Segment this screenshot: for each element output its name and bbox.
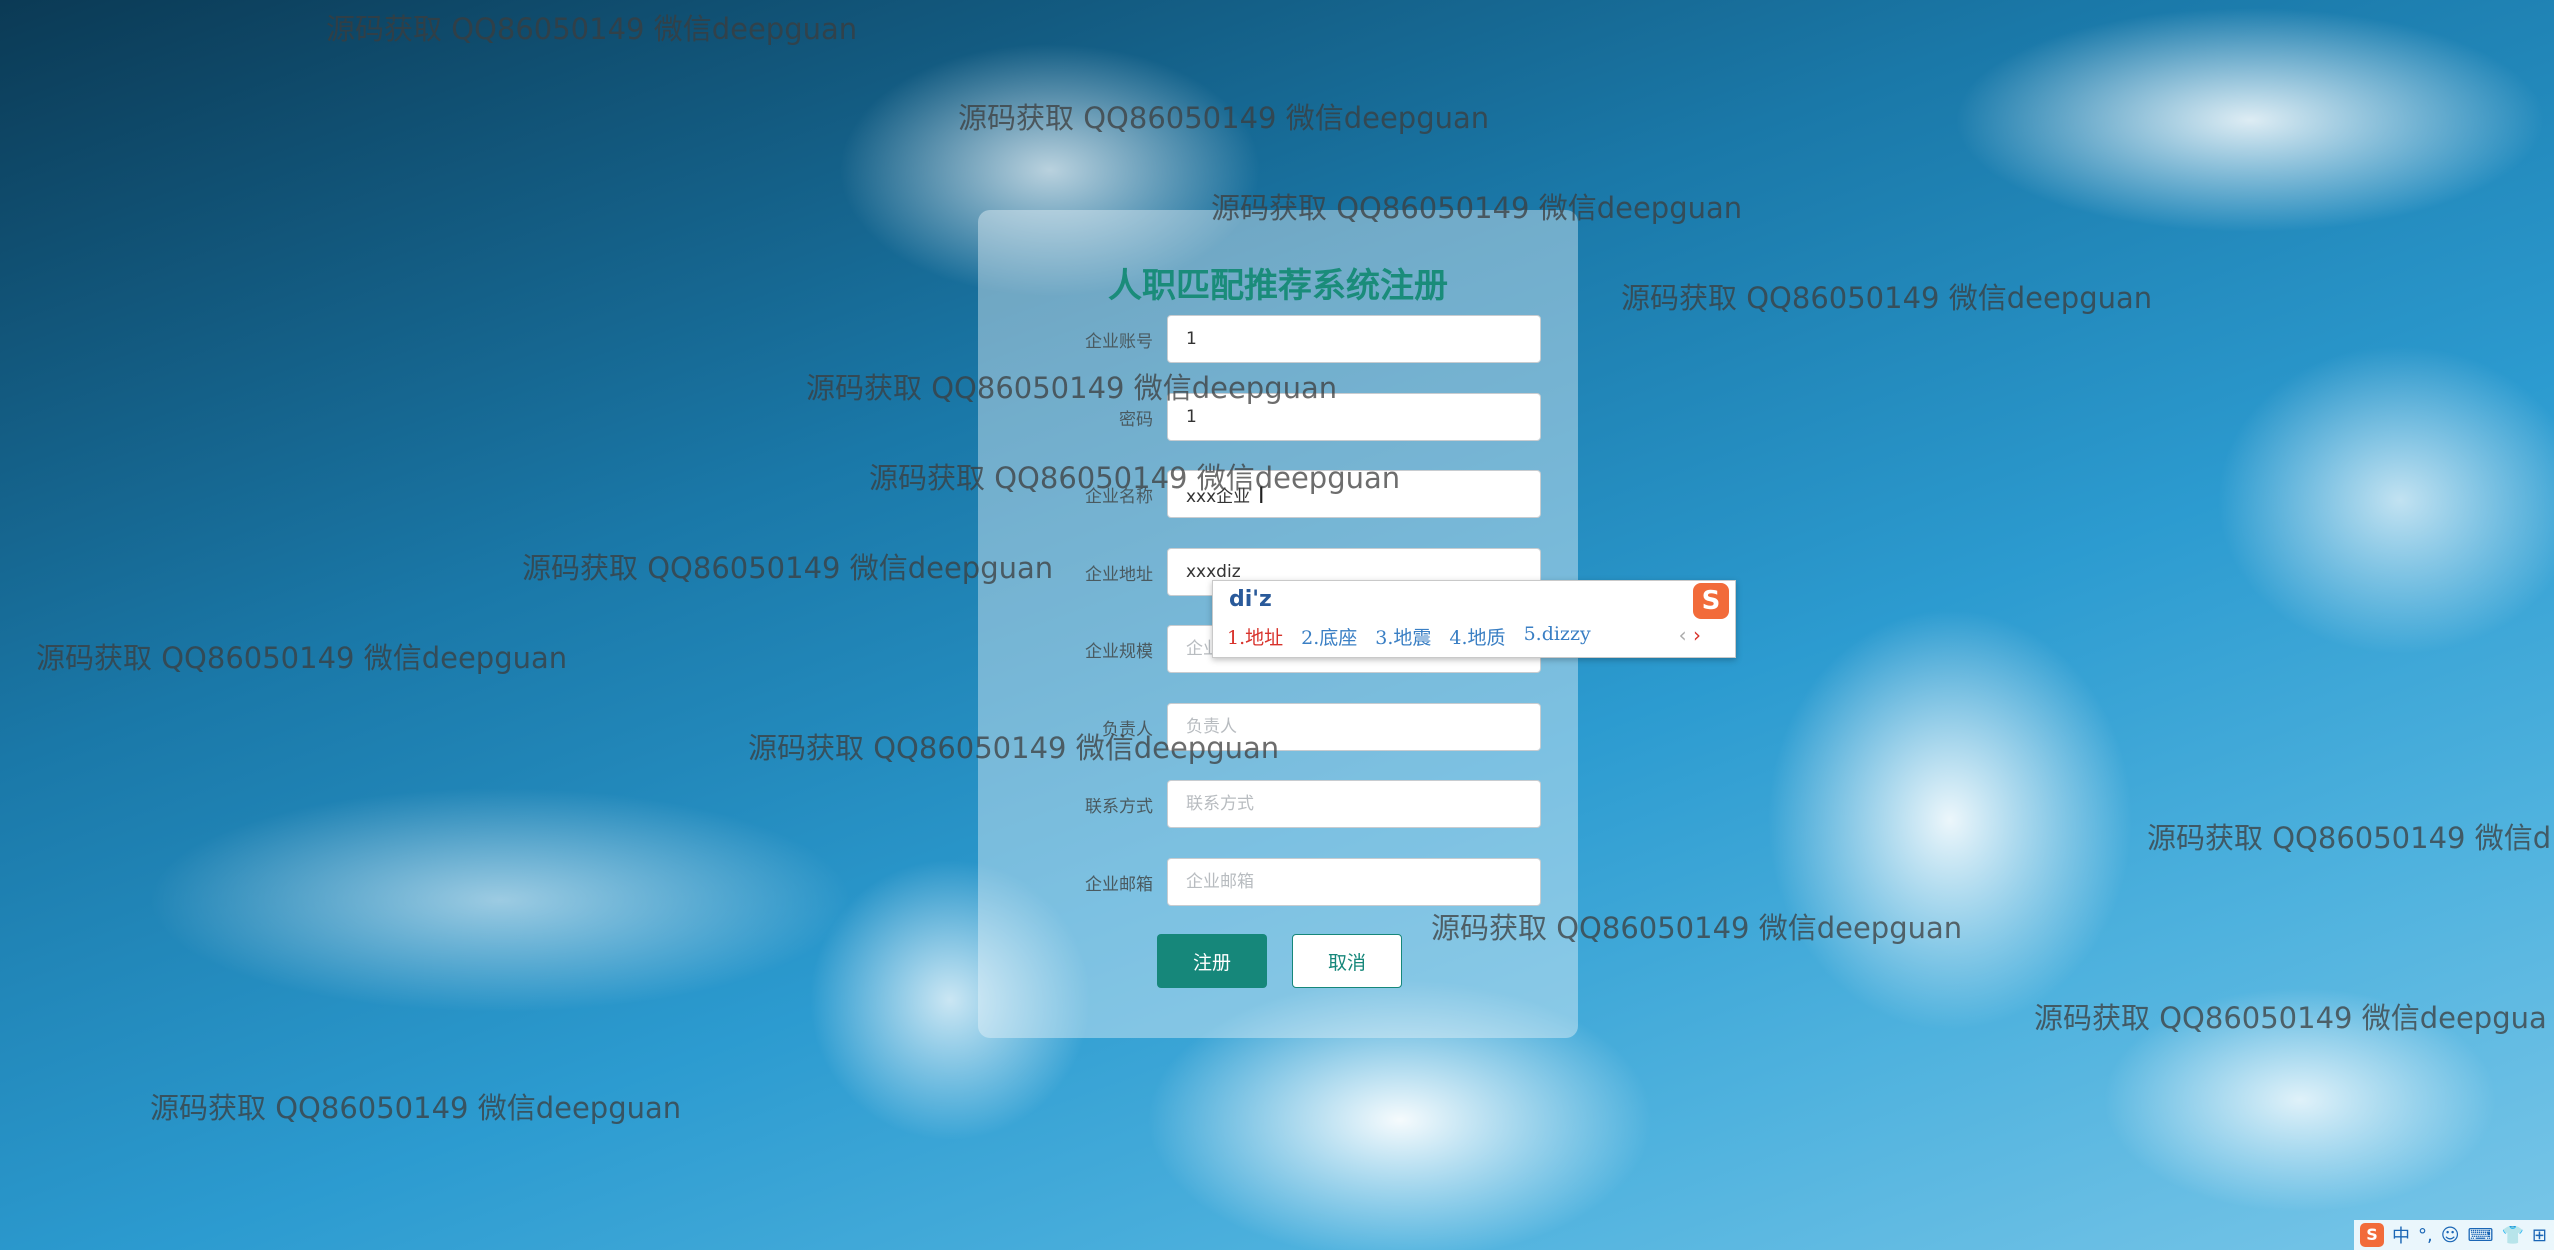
watermark: 源码获取 QQ86050149 微信deepguan — [958, 101, 1490, 135]
sogou-logo-icon: S — [1693, 583, 1729, 619]
emoji-icon[interactable]: ☺ — [2441, 1225, 2460, 1246]
register-button[interactable]: 注册 — [1157, 934, 1267, 988]
password-input[interactable] — [1167, 393, 1541, 441]
company-account-label: 企业账号 — [1085, 332, 1153, 352]
ime-candidate[interactable]: 4.地质 — [1449, 623, 1505, 650]
person-in-charge-input[interactable] — [1167, 703, 1541, 751]
keyboard-icon[interactable]: ⌨ — [2468, 1225, 2494, 1246]
company-name-label: 企业名称 — [1085, 487, 1153, 507]
sogou-tray-icon[interactable]: S — [2360, 1223, 2384, 1247]
ime-page-nav: ‹ › — [1679, 623, 1701, 647]
company-email-input[interactable] — [1167, 858, 1541, 906]
system-tray: S 中 °, ☺ ⌨ 👕 ⊞ — [2354, 1220, 2554, 1250]
chevron-right-icon[interactable]: › — [1693, 623, 1701, 647]
ime-candidate-window: di'z S 1.地址 2.底座 3.地震 4.地质 5.dizzy ‹ › — [1212, 580, 1736, 658]
person-in-charge-label: 负责人 — [1102, 720, 1153, 740]
company-address-label: 企业地址 — [1085, 565, 1153, 585]
company-size-label: 企业规模 — [1085, 642, 1153, 662]
chevron-left-icon[interactable]: ‹ — [1679, 623, 1687, 647]
watermark: 源码获取 QQ86050149 微信d — [2147, 821, 2552, 855]
ime-candidate[interactable]: 3.地震 — [1375, 623, 1431, 650]
company-name-input[interactable] — [1167, 470, 1541, 518]
page-title: 人职匹配推荐系统注册 — [1108, 266, 1448, 306]
ime-composition: di'z — [1229, 587, 1272, 612]
contact-input[interactable] — [1167, 780, 1541, 828]
cancel-button[interactable]: 取消 — [1292, 934, 1402, 988]
ime-candidate[interactable]: 5.dizzy — [1524, 623, 1591, 650]
contact-label: 联系方式 — [1085, 797, 1153, 817]
watermark: 源码获取 QQ86050149 微信deepguan — [522, 551, 1054, 585]
watermark: 源码获取 QQ86050149 微信deepguan — [36, 641, 568, 675]
password-label: 密码 — [1119, 410, 1153, 430]
text-cursor-icon: I — [1258, 484, 1265, 509]
background-sky: 人职匹配推荐系统注册 企业账号 密码 企业名称 企业地址 企业规模 负责人 联系… — [0, 0, 2554, 1250]
company-account-input[interactable] — [1167, 315, 1541, 363]
punctuation-icon[interactable]: °, — [2418, 1225, 2433, 1246]
language-indicator[interactable]: 中 — [2392, 1222, 2410, 1248]
watermark: 源码获取 QQ86050149 微信deepguan — [1621, 281, 2153, 315]
company-email-label: 企业邮箱 — [1085, 875, 1153, 895]
watermark: 源码获取 QQ86050149 微信deepguan — [150, 1091, 682, 1125]
ime-candidate-list: 1.地址 2.底座 3.地震 4.地质 5.dizzy — [1227, 623, 1591, 650]
ime-candidate[interactable]: 1.地址 — [1227, 623, 1283, 650]
ime-candidate[interactable]: 2.底座 — [1301, 623, 1357, 650]
watermark: 源码获取 QQ86050149 微信deepgua — [2034, 1001, 2547, 1035]
skin-icon[interactable]: 👕 — [2501, 1225, 2523, 1246]
watermark: 源码获取 QQ86050149 微信deepguan — [326, 12, 858, 46]
toolbox-icon[interactable]: ⊞ — [2532, 1225, 2547, 1246]
